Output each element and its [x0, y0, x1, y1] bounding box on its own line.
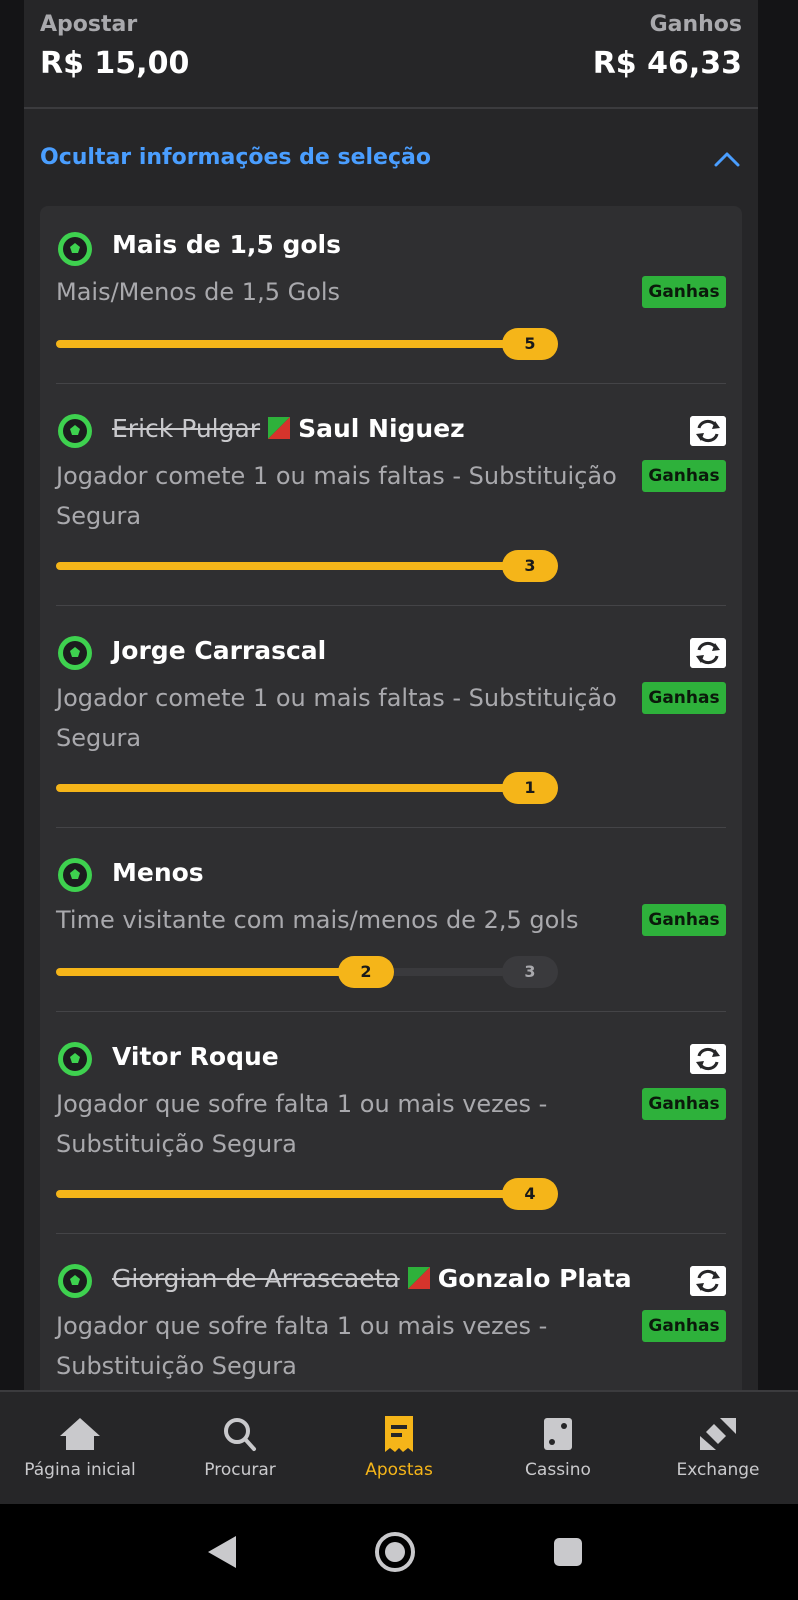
bet-detail-panel: Apostar R$ 15,00 Ganhos R$ 46,33 Ocultar… [24, 0, 758, 1392]
progress-bar [56, 340, 546, 348]
status-badge: Ganhas [642, 276, 726, 308]
selection-description: Jogador que sofre falta 1 ou mais vezes … [56, 1312, 548, 1380]
search-icon [224, 1418, 256, 1451]
recents-icon[interactable] [546, 1530, 590, 1574]
nav-label: Apostas [365, 1460, 433, 1480]
selection-description: Mais/Menos de 1,5 Gols [56, 278, 341, 306]
system-navigation-bar [0, 1504, 798, 1600]
soccer-ball-icon [58, 636, 92, 670]
soccer-ball-icon [58, 1264, 92, 1298]
player-name: Jorge Carrascal [112, 636, 327, 665]
player-name: Saul Niguez [298, 414, 465, 443]
status-badge: Ganhas [642, 904, 726, 936]
nav-item-bets[interactable]: Apostas [319, 1392, 479, 1506]
stake-label: Apostar [40, 12, 138, 37]
selection-title-row: Giorgian de Arrascaeta Gonzalo Plata [112, 1264, 632, 1293]
nav-label: Página inicial [24, 1460, 136, 1480]
progress-bar [56, 562, 546, 570]
nav-item-casino[interactable]: Cassino [478, 1392, 638, 1506]
nav-item-home[interactable]: Página inicial [0, 1392, 160, 1506]
bet-summary: Apostar R$ 15,00 Ganhos R$ 46,33 [24, 0, 758, 109]
hide-selection-info-toggle[interactable]: Ocultar informações de seleção [40, 140, 742, 178]
dice-icon [544, 1418, 572, 1450]
swap-icon[interactable] [690, 638, 726, 668]
progress-count: 3 [502, 550, 558, 582]
selections-card: Mais de 1,5 gols Mais/Menos de 1,5 Gols … [40, 206, 742, 1392]
nav-label: Procurar [204, 1460, 276, 1480]
swap-icon[interactable] [690, 416, 726, 446]
selection-title-row: Erick Pulgar Saul Niguez [112, 414, 465, 443]
selection-item: Giorgian de Arrascaeta Gonzalo Plata Joga… [40, 1234, 742, 1392]
status-badge: Ganhas [642, 460, 726, 492]
bottom-nav: Página inicial Procurar Apostas Cassino … [0, 1390, 798, 1506]
selection-item: Jorge Carrascal Jogador comete 1 ou mais… [40, 606, 742, 828]
progress-bar [56, 784, 546, 792]
stake-value: R$ 15,00 [40, 46, 190, 81]
selection-title: Menos [112, 858, 204, 887]
nav-item-exchange[interactable]: Exchange [638, 1392, 798, 1506]
selection-description: Time visitante com mais/menos de 2,5 gol… [56, 906, 579, 934]
selection-description: Jogador que sofre falta 1 ou mais vezes … [56, 1090, 548, 1158]
bet-slip-icon [385, 1416, 413, 1452]
back-icon[interactable] [200, 1530, 244, 1574]
swap-icon[interactable] [690, 1044, 726, 1074]
replaced-player-name: Giorgian de Arrascaeta [112, 1264, 400, 1293]
selection-item: Vitor Roque Jogador que sofre falta 1 ou… [40, 1012, 742, 1234]
selection-item: Mais de 1,5 gols Mais/Menos de 1,5 Gols … [40, 206, 742, 384]
soccer-ball-icon [58, 858, 92, 892]
progress-count: 2 [338, 956, 394, 988]
selection-item: Erick Pulgar Saul Niguez Jogador comete 1… [40, 384, 742, 606]
swap-icon[interactable] [690, 1266, 726, 1296]
nav-item-search[interactable]: Procurar [160, 1392, 320, 1506]
soccer-ball-icon [58, 1042, 92, 1076]
selection-title: Mais de 1,5 gols [112, 230, 341, 259]
status-badge: Ganhas [642, 1310, 726, 1342]
winnings-label: Ganhos [649, 12, 742, 37]
exchange-icon [700, 1418, 736, 1450]
substitution-flag-icon [268, 417, 291, 439]
home-icon [60, 1418, 100, 1450]
selection-description: Jogador comete 1 ou mais faltas - Substi… [56, 684, 617, 752]
selection-item: Menos Time visitante com mais/menos de 2… [40, 828, 742, 1012]
player-name: Gonzalo Plata [437, 1264, 632, 1293]
replaced-player-name: Erick Pulgar [112, 414, 261, 443]
status-badge: Ganhas [642, 682, 726, 714]
progress-count: 5 [502, 328, 558, 360]
toggle-label: Ocultar informações de seleção [40, 145, 431, 170]
chevron-up-icon [714, 152, 740, 167]
winnings-value: R$ 46,33 [592, 46, 742, 81]
progress-count: 4 [502, 1178, 558, 1210]
progress-bar [56, 1190, 546, 1198]
progress-count: 1 [502, 772, 558, 804]
progress-bar [56, 968, 386, 976]
soccer-ball-icon [58, 232, 92, 266]
home-circle-icon[interactable] [373, 1530, 417, 1574]
substitution-flag-icon [407, 1267, 430, 1289]
progress-target: 3 [502, 956, 558, 988]
nav-label: Cassino [525, 1460, 591, 1480]
status-badge: Ganhas [642, 1088, 726, 1120]
player-name: Vitor Roque [112, 1042, 279, 1071]
selection-description: Jogador comete 1 ou mais faltas - Substi… [56, 462, 617, 530]
soccer-ball-icon [58, 414, 92, 448]
nav-label: Exchange [676, 1460, 760, 1480]
